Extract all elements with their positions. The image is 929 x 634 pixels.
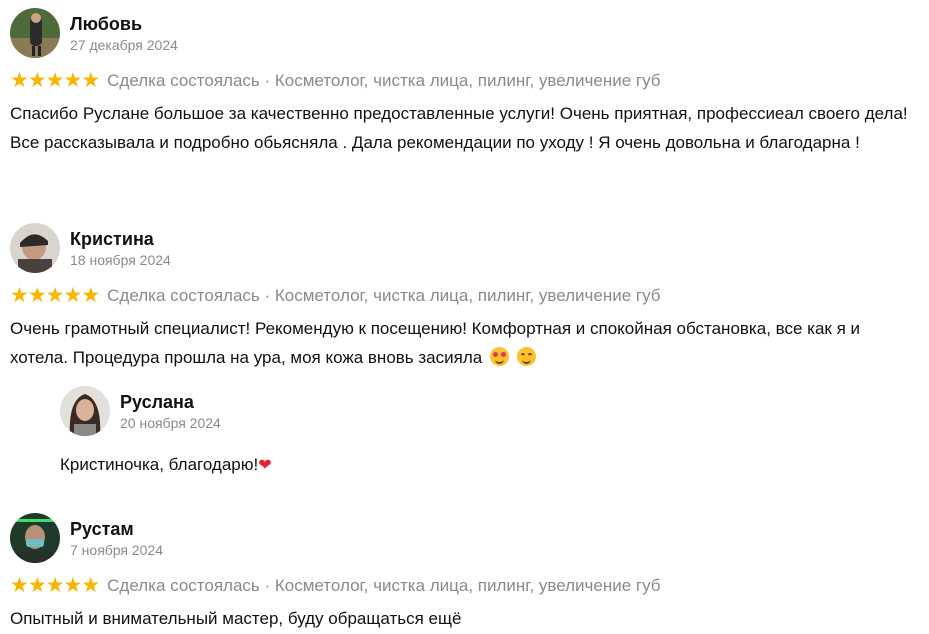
- reviewer-name[interactable]: Любовь: [70, 13, 178, 35]
- rating-stars: ★ ★ ★ ★ ★: [10, 574, 100, 597]
- reviewer-name[interactable]: Кристина: [70, 228, 171, 250]
- reply-date: 20 ноября 2024: [120, 414, 221, 431]
- heart-icon: ❤: [258, 457, 272, 474]
- star-icon: ★: [81, 574, 100, 597]
- deal-tags: Сделка состоялась · Косметолог, чистка л…: [107, 71, 661, 90]
- rating-stars: ★ ★ ★ ★ ★: [10, 284, 100, 307]
- deal-tags: Сделка состоялась · Косметолог, чистка л…: [107, 286, 661, 305]
- smiling-emoji-icon: [516, 347, 536, 366]
- owner-reply: Руслана 20 ноября 2024 Кристиночка, благ…: [60, 386, 900, 480]
- star-icon: ★: [63, 284, 82, 307]
- star-icon: ★: [10, 69, 29, 92]
- review-date: 18 ноября 2024: [70, 251, 171, 268]
- star-icon: ★: [81, 284, 100, 307]
- star-icon: ★: [10, 574, 29, 597]
- reviewer-name[interactable]: Рустам: [70, 518, 163, 540]
- star-icon: ★: [27, 69, 47, 92]
- star-icon: ★: [45, 69, 65, 92]
- avatar[interactable]: [10, 513, 60, 563]
- star-icon: ★: [27, 284, 47, 307]
- review-date: 27 декабря 2024: [70, 36, 178, 53]
- rating-stars: ★ ★ ★ ★ ★: [10, 69, 100, 92]
- star-icon: ★: [63, 574, 82, 597]
- star-icon: ★: [63, 69, 82, 92]
- avatar[interactable]: [60, 386, 110, 436]
- star-icon: ★: [45, 574, 65, 597]
- reply-text: Кристиночка, благодарю!❤: [60, 450, 929, 480]
- review-card: Кристина 18 ноября 2024 ★ ★ ★ ★ ★ Сделка…: [10, 223, 910, 372]
- star-eyes-emoji-icon: [489, 347, 509, 366]
- review-text: Спасибо Руслане большое за качественно п…: [10, 104, 908, 152]
- review-text-content: Очень грамотный специалист! Рекомендую к…: [10, 319, 861, 367]
- star-icon: ★: [45, 284, 65, 307]
- star-icon: ★: [27, 574, 47, 597]
- review-text: Опытный и внимательный мастер, буду обра…: [10, 609, 462, 628]
- reply-author-name[interactable]: Руслана: [120, 391, 221, 413]
- star-icon: ★: [10, 284, 29, 307]
- avatar[interactable]: [10, 8, 60, 58]
- review-card: Любовь 27 декабря 2024 ★ ★ ★ ★ ★ Сделка …: [10, 8, 910, 157]
- review-date: 7 ноября 2024: [70, 541, 164, 558]
- deal-tags: Сделка состоялась · Косметолог, чистка л…: [107, 576, 661, 595]
- review-text: Очень грамотный специалист! Рекомендую к…: [10, 314, 910, 372]
- reply-text-content: Кристиночка, благодарю!: [60, 455, 259, 474]
- review-card: Рустам 7 ноября 2024 ★ ★ ★ ★ ★ Сделка со…: [10, 513, 910, 633]
- avatar[interactable]: [10, 223, 60, 273]
- star-icon: ★: [81, 69, 100, 92]
